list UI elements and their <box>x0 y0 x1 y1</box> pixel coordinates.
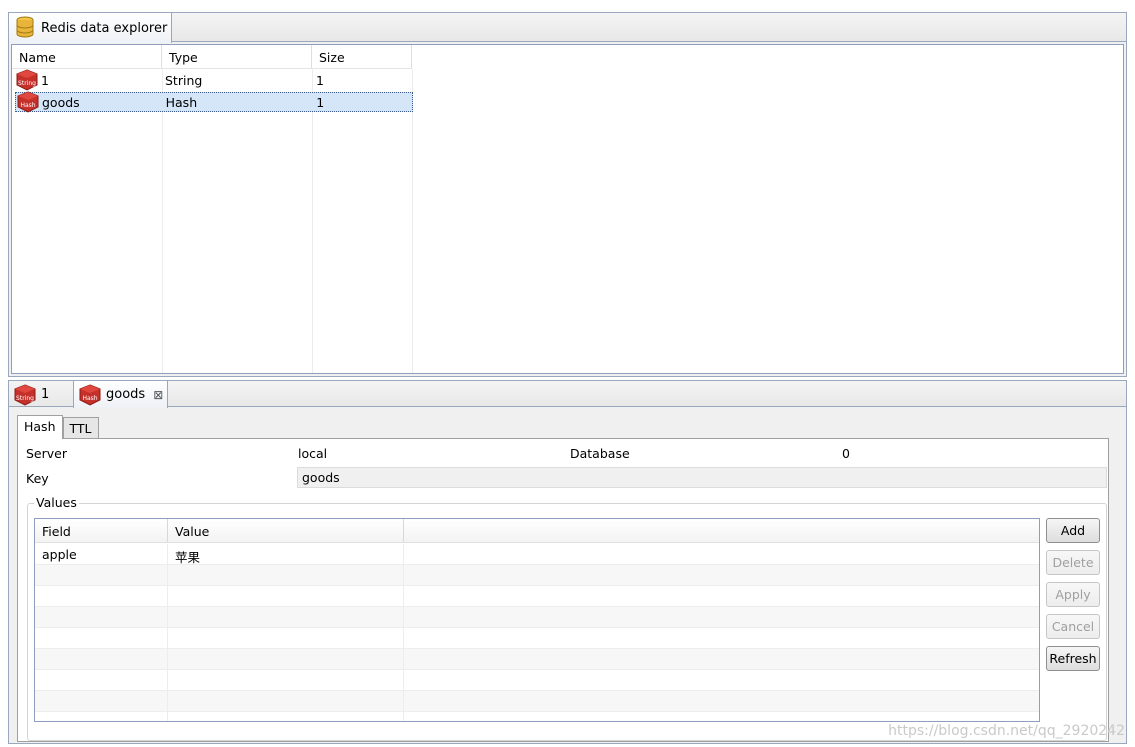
values-legend: Values <box>34 495 79 510</box>
table-row <box>35 691 1039 712</box>
column-header-field[interactable]: Field <box>35 519 168 542</box>
column-divider <box>412 69 413 373</box>
editor-tabstrip: String 1 Hash goods ⊠ <box>9 381 1126 408</box>
key-name: goods <box>42 94 80 110</box>
table-row <box>35 670 1039 691</box>
editor-tab-label: goods <box>106 387 146 402</box>
explorer-tabstrip: Redis data explorer <box>9 13 1126 43</box>
key-type: String <box>165 72 203 88</box>
explorer-tab-title: Redis data explorer <box>41 20 168 36</box>
redis-hash-icon: Hash <box>78 383 102 406</box>
key-name: 1 <box>41 72 49 88</box>
keys-table-header: Name Type Size <box>12 45 412 69</box>
table-row <box>35 649 1039 670</box>
database-label: Database <box>570 446 630 461</box>
server-value: local <box>298 446 328 461</box>
column-header-name[interactable]: Name <box>12 45 162 68</box>
column-divider <box>312 69 313 373</box>
icon-badge-text: Hash <box>82 395 97 402</box>
editor-tab-goods[interactable]: Hash goods ⊠ <box>73 381 169 408</box>
redis-hash-icon: Hash <box>16 91 40 113</box>
editor-tab-label: 1 <box>41 387 50 402</box>
editor-subtabs: Hash TTL <box>17 415 99 439</box>
field-cell: apple <box>35 544 168 564</box>
table-row <box>35 607 1039 628</box>
database-icon <box>15 16 35 41</box>
database-value: 0 <box>842 446 850 461</box>
keys-table: Name Type Size String 1 String 1 Hash go… <box>11 44 1124 374</box>
key-row-goods[interactable]: Hash goods Hash 1 <box>15 91 413 113</box>
close-icon[interactable]: ⊠ <box>153 388 163 402</box>
table-row <box>35 712 1039 721</box>
explorer-tab[interactable]: Redis data explorer <box>9 13 173 43</box>
icon-badge-text: Hash <box>20 102 35 109</box>
column-header-value[interactable]: Value <box>168 519 404 542</box>
key-type: Hash <box>165 94 198 110</box>
values-group: Values Field Value apple 苹果 Add Delete A… <box>27 495 1107 741</box>
watermark: https://blog.csdn.net/qq_2920242 <box>888 723 1125 739</box>
cancel-button[interactable]: Cancel <box>1046 614 1100 639</box>
delete-button[interactable]: Delete <box>1046 550 1100 575</box>
server-label: Server <box>26 446 67 461</box>
refresh-button[interactable]: Refresh <box>1046 646 1100 671</box>
key-label: Key <box>26 471 49 486</box>
icon-badge-text: String <box>18 80 36 87</box>
redis-string-icon: String <box>13 383 37 406</box>
column-header-size[interactable]: Size <box>312 45 412 68</box>
key-editor-view: String 1 Hash goods ⊠ Hash TTL Server lo <box>8 380 1127 744</box>
apply-button[interactable]: Apply <box>1046 582 1100 607</box>
hash-panel: Server local Database 0 Key goods Values… <box>17 438 1109 742</box>
table-row <box>35 565 1039 586</box>
column-divider <box>162 69 163 373</box>
add-button[interactable]: Add <box>1046 518 1100 543</box>
subtab-ttl[interactable]: TTL <box>62 417 99 439</box>
value-cell: 苹果 <box>168 544 404 565</box>
table-row <box>35 628 1039 649</box>
values-table-header: Field Value <box>35 519 1039 543</box>
subtab-hash[interactable]: Hash <box>17 415 63 439</box>
redis-string-icon: String <box>15 69 39 91</box>
editor-tab-1[interactable]: String 1 <box>9 381 53 408</box>
key-row-1[interactable]: String 1 String 1 <box>15 69 413 91</box>
column-header-type[interactable]: Type <box>162 45 312 68</box>
table-row[interactable]: apple 苹果 <box>35 544 1039 565</box>
table-row <box>35 586 1039 607</box>
values-table: Field Value apple 苹果 <box>34 518 1040 722</box>
editor-content: Hash TTL Server local Database 0 Key goo… <box>11 409 1124 742</box>
key-size: 1 <box>316 94 325 110</box>
key-size: 1 <box>316 72 324 88</box>
key-field[interactable]: goods <box>297 467 1107 488</box>
icon-badge-text: String <box>16 395 34 402</box>
redis-data-explorer-view: Redis data explorer Name Type Size Strin… <box>8 12 1127 377</box>
